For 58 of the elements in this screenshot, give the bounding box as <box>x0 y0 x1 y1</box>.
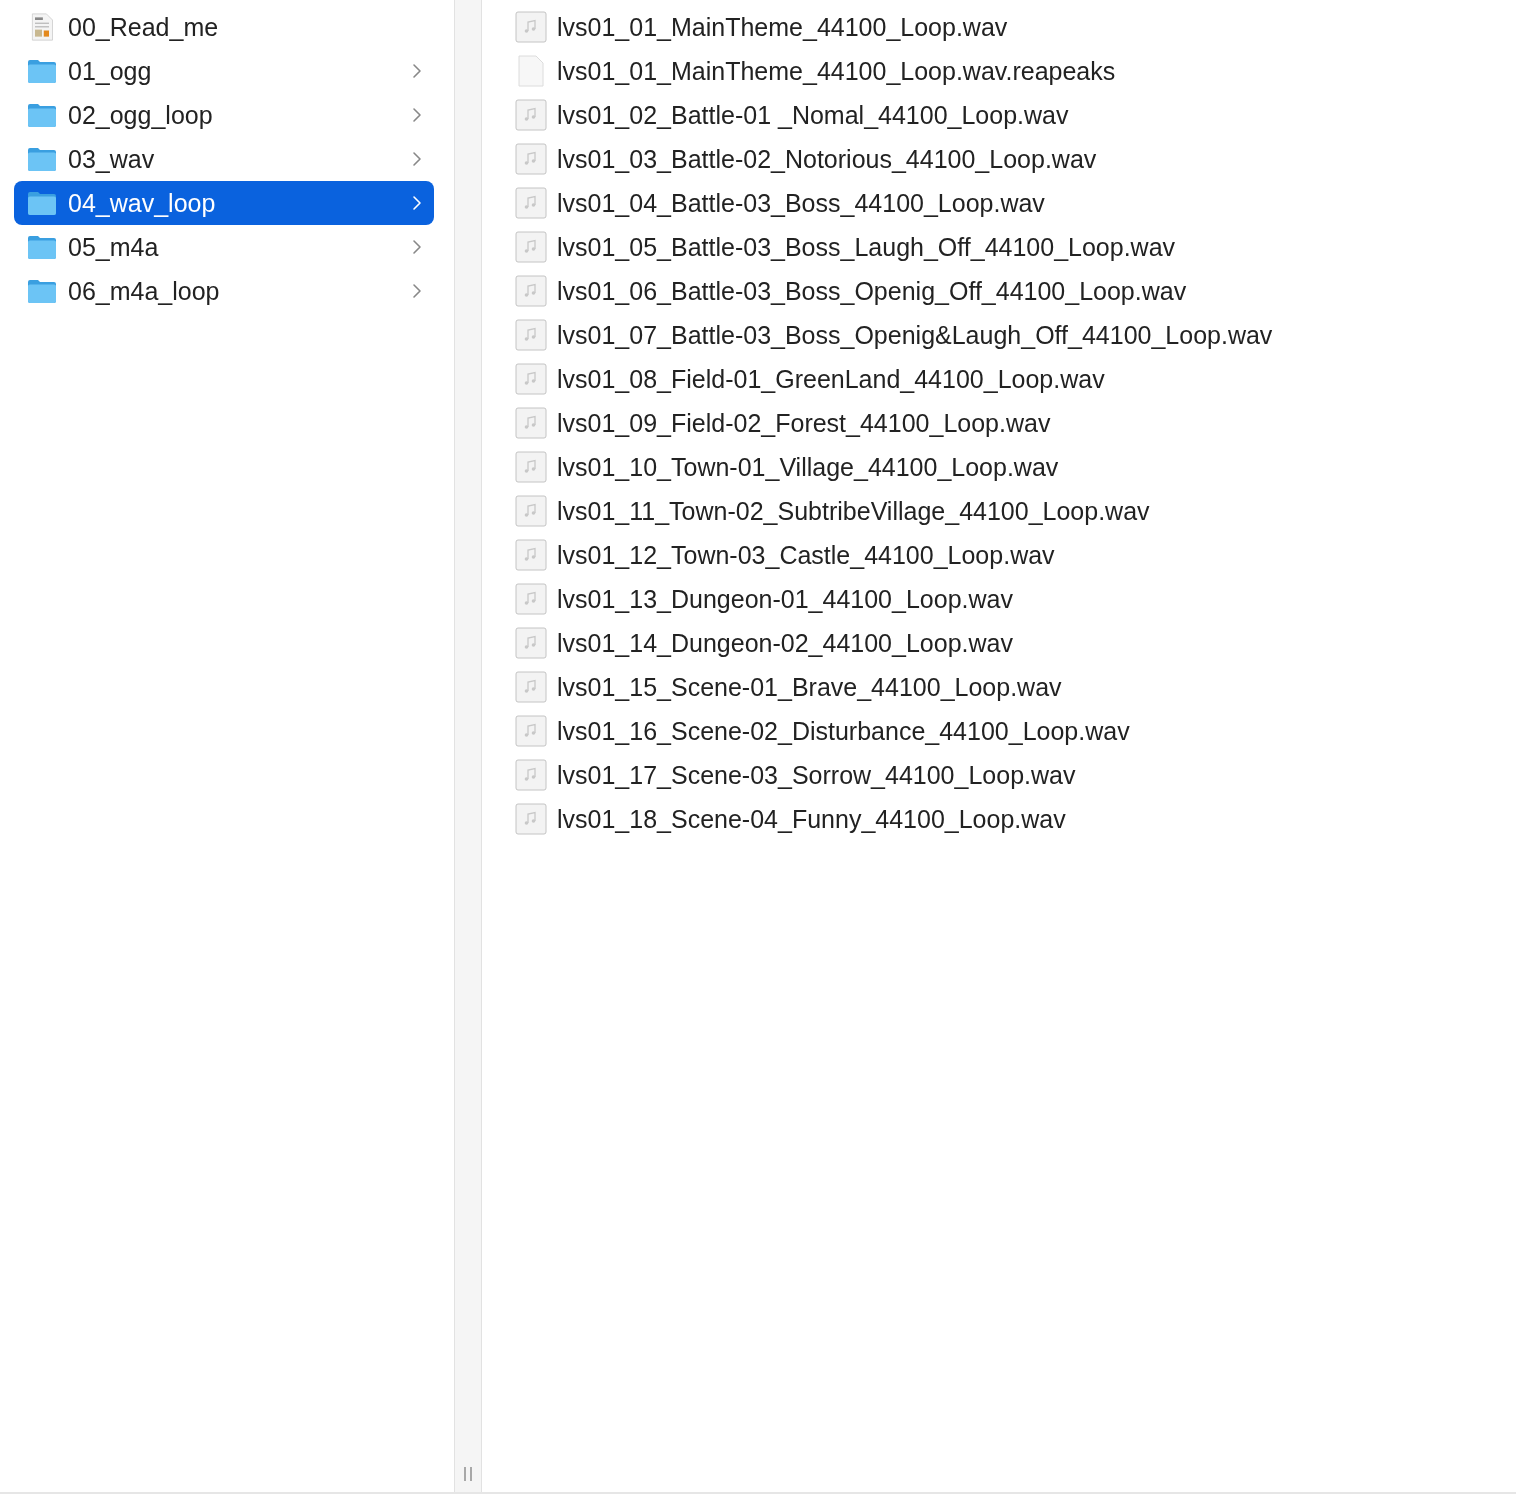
audio-file-icon <box>515 803 547 835</box>
folder-icon <box>27 233 57 261</box>
chevron-icon <box>412 107 422 123</box>
file-list-item[interactable]: lvs01_08_Field-01_GreenLand_44100_Loop.wav <box>557 364 1105 394</box>
file-list-item[interactable]: lvs01_09_Field-02_Forest_44100_Loop.wav <box>557 408 1051 438</box>
audio-file-icon <box>515 759 547 791</box>
audio-file-icon <box>515 671 547 703</box>
audio-file-icon <box>515 319 547 351</box>
folder-list-item[interactable]: 04_wav_loop <box>14 181 434 225</box>
file-list-item[interactable]: lvs01_06_Battle-03_Boss_Openig_Off_44100_Loop.wav <box>557 276 1187 306</box>
audio-file-icon <box>515 363 547 395</box>
audio-file-icon <box>515 143 547 175</box>
file-list-item[interactable]: lvs01_01_MainTheme_44100_Loop.wav.reapeaks <box>557 56 1116 86</box>
file-list-item[interactable]: lvs01_03_Battle-02_Notorious_44100_Loop.wav <box>557 144 1097 174</box>
chevron-icon <box>412 239 422 255</box>
file-list-item[interactable]: lvs01_04_Battle-03_Boss_44100_Loop.wav <box>557 188 1045 218</box>
folder-icon <box>27 277 57 305</box>
file-list-item[interactable]: lvs01_01_MainTheme_44100_Loop.wav <box>557 12 1008 42</box>
file-list-item[interactable]: lvs01_07_Battle-03_Boss_Openig&Laugh_Off_44100_Loop.wav <box>557 320 1273 350</box>
audio-file-icon <box>515 187 547 219</box>
file-list-item[interactable]: lvs01_05_Battle-03_Boss_Laugh_Off_44100_Loop.wav <box>557 232 1176 262</box>
file-list-item[interactable]: lvs01_13_Dungeon-01_44100_Loop.wav <box>557 584 1013 614</box>
audio-file-icon <box>515 407 547 439</box>
file-list-item[interactable]: lvs01_17_Scene-03_Sorrow_44100_Loop.wav <box>557 760 1076 790</box>
folder-list-item[interactable]: 00_Read_me <box>14 5 434 49</box>
file-list-item[interactable]: lvs01_16_Scene-02_Disturbance_44100_Loop.wav <box>557 716 1130 746</box>
chevron-icon <box>412 63 422 79</box>
file-list-item[interactable]: lvs01_18_Scene-04_Funny_44100_Loop.wav <box>557 804 1066 834</box>
folder-list-item[interactable]: 05_m4a <box>14 225 434 269</box>
file-list-item[interactable]: lvs01_12_Town-03_Castle_44100_Loop.wav <box>557 540 1055 570</box>
folder-list-item[interactable]: 01_ogg <box>14 49 434 93</box>
folder-icon <box>27 189 57 217</box>
file-list-item[interactable]: lvs01_15_Scene-01_Brave_44100_Loop.wav <box>557 672 1062 702</box>
file-list-item[interactable]: lvs01_14_Dungeon-02_44100_Loop.wav <box>557 628 1013 658</box>
chevron-icon <box>412 195 422 211</box>
chevron-icon <box>412 151 422 167</box>
folder-icon <box>27 145 57 173</box>
audio-file-icon <box>515 231 547 263</box>
audio-file-icon <box>515 627 547 659</box>
file-list-item[interactable]: lvs01_11_Town-02_SubtribeVillage_44100_Loop.wav <box>557 496 1150 526</box>
folder-list-item[interactable]: 06_m4a_loop <box>14 269 434 313</box>
folder-list-item[interactable]: 03_wav <box>14 137 434 181</box>
chevron-icon <box>412 283 422 299</box>
audio-file-icon <box>515 583 547 615</box>
folder-icon <box>27 57 57 85</box>
file-list-item[interactable]: lvs01_10_Town-01_Village_44100_Loop.wav <box>557 452 1059 482</box>
audio-file-icon <box>515 11 547 43</box>
audio-file-icon <box>515 99 547 131</box>
audio-file-icon <box>515 495 547 527</box>
file-list-item[interactable]: lvs01_02_Battle-01 _Nomal_44100_Loop.wav <box>557 100 1069 130</box>
blank-file-icon <box>515 55 547 87</box>
audio-file-icon <box>515 275 547 307</box>
audio-file-icon <box>515 715 547 747</box>
audio-file-icon <box>515 451 547 483</box>
resize-handle-icon[interactable] <box>462 1466 474 1482</box>
folder-list-item[interactable]: 02_ogg_loop <box>14 93 434 137</box>
folder-icon <box>27 101 57 129</box>
audio-file-icon <box>515 539 547 571</box>
